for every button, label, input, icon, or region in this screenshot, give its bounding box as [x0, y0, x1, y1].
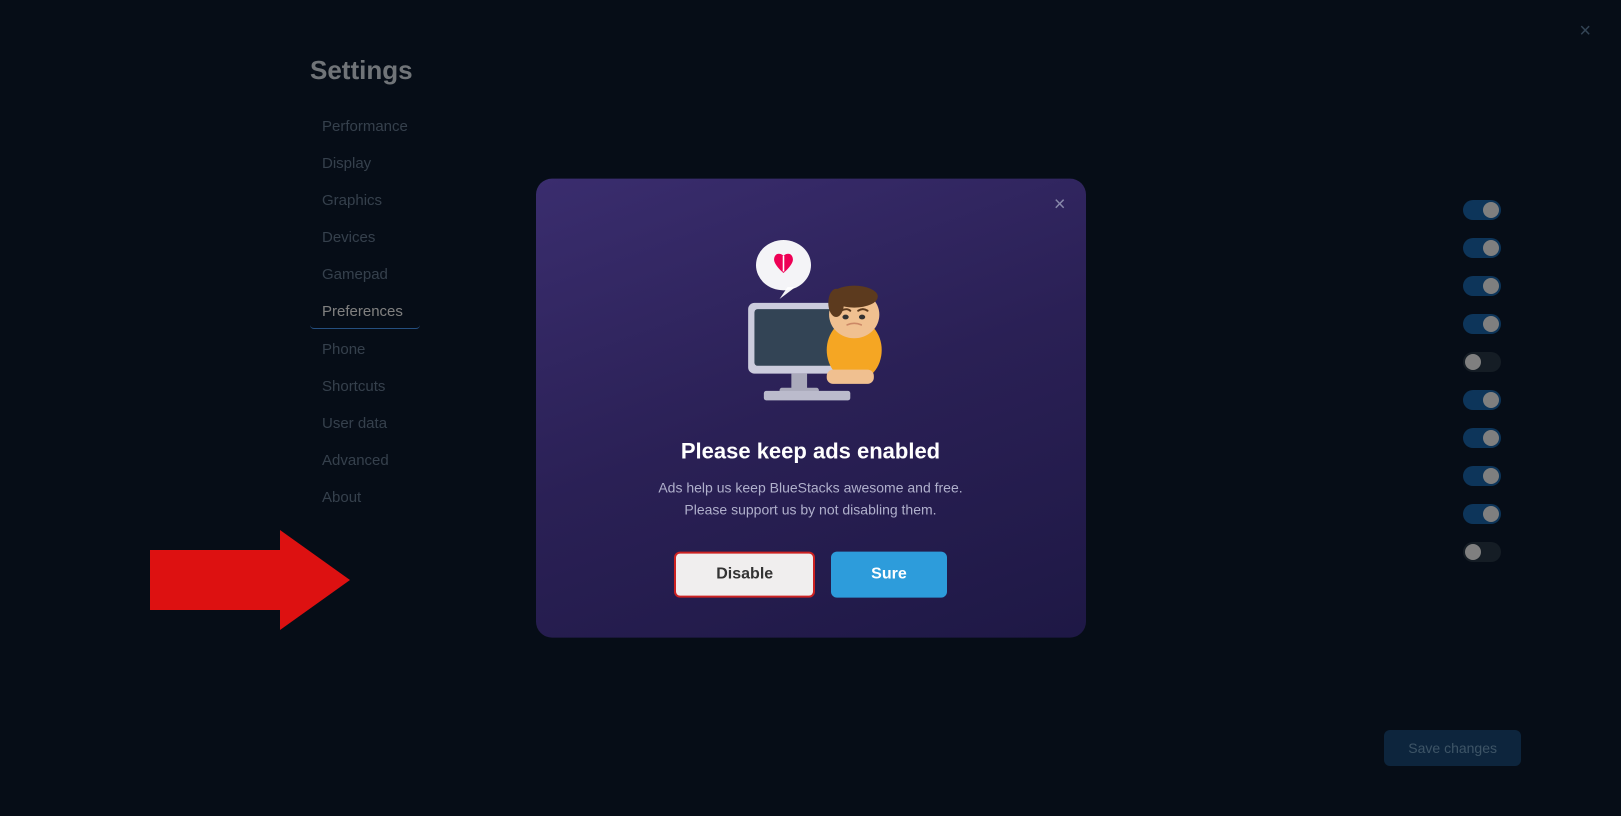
- dialog-description: Ads help us keep BlueStacks awesome and …: [658, 477, 962, 522]
- dialog-title: Please keep ads enabled: [681, 439, 940, 465]
- dialog-illustration: [701, 219, 921, 419]
- sure-button[interactable]: Sure: [831, 551, 947, 597]
- dialog-close-button[interactable]: ×: [1054, 195, 1066, 215]
- disable-button[interactable]: Disable: [674, 551, 815, 597]
- dialog-buttons: Disable Sure: [674, 551, 947, 597]
- ads-dialog: × Please keep ads enabled: [536, 179, 1086, 638]
